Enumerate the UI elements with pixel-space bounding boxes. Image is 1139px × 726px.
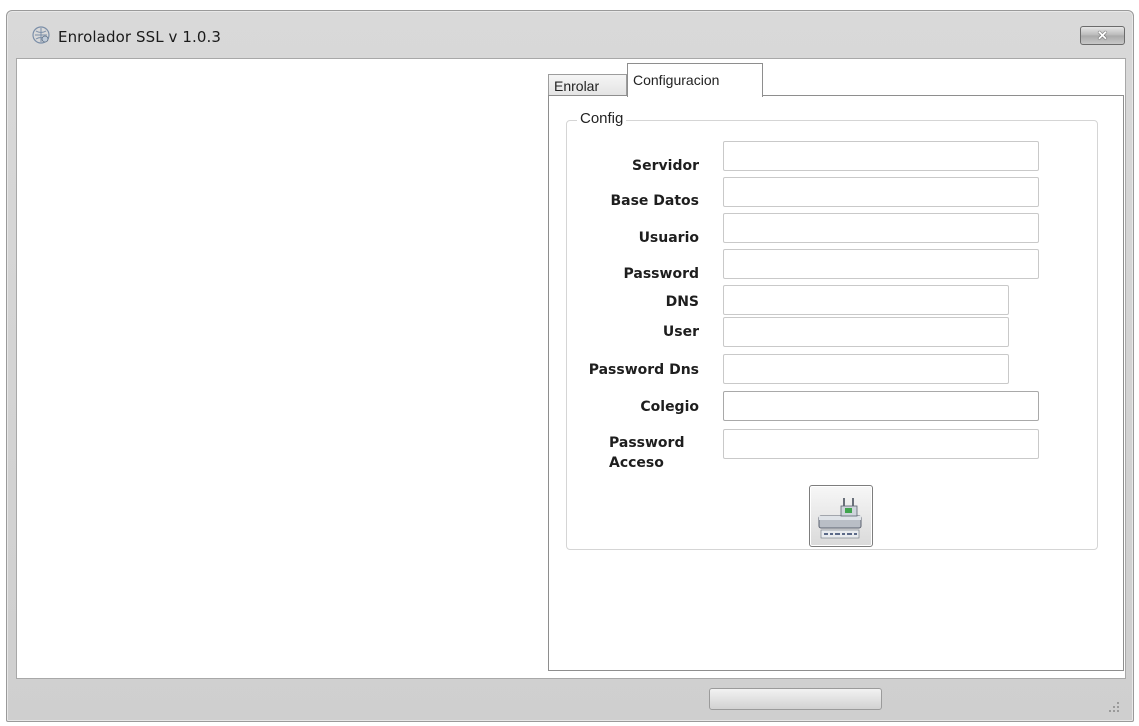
password-dns-input[interactable]: [723, 354, 1009, 384]
save-config-icon: [815, 490, 867, 547]
base-datos-input[interactable]: [723, 177, 1039, 207]
dns-input[interactable]: [723, 285, 1009, 315]
tab-enrolar-label: Enrolar: [554, 78, 600, 94]
status-bar: [16, 681, 1126, 718]
password-dns-label: Password Dns: [588, 362, 699, 378]
config-group-title: Config: [577, 110, 627, 127]
tab-configuracion[interactable]: Configuracion: [627, 63, 763, 97]
resize-grip-icon[interactable]: [1108, 700, 1120, 712]
tab-configuracion-label: Configuracion: [633, 72, 720, 88]
password-input[interactable]: [723, 249, 1039, 279]
network-app-icon: [31, 25, 51, 45]
password-acceso-label: Password Acceso: [609, 435, 685, 471]
usuario-input[interactable]: [723, 213, 1039, 243]
configuracion-panel: Config Servidor Base Datos Usuario Passw…: [548, 95, 1124, 671]
user-label: User: [662, 324, 699, 340]
user-input[interactable]: [723, 317, 1009, 347]
config-groupbox: Config Servidor Base Datos Usuario Passw…: [566, 110, 1098, 550]
usuario-label: Usuario: [638, 230, 699, 246]
app-window: Enrolador SSL v 1.0.3 ✕ Enrolar Configur…: [6, 10, 1134, 722]
title-bar[interactable]: Enrolador SSL v 1.0.3 ✕: [7, 11, 1133, 59]
save-config-button[interactable]: [809, 485, 873, 547]
colegio-label: Colegio: [640, 399, 699, 415]
servidor-label: Servidor: [632, 158, 699, 174]
dns-label: DNS: [665, 294, 699, 310]
close-button[interactable]: ✕: [1080, 26, 1125, 45]
window-title: Enrolador SSL v 1.0.3: [58, 28, 222, 46]
password-acceso-input[interactable]: [723, 429, 1039, 459]
progress-bar: [709, 688, 882, 710]
password-label: Password: [623, 266, 699, 282]
colegio-input[interactable]: [723, 391, 1039, 421]
base-datos-label: Base Datos: [610, 193, 699, 209]
tab-enrolar[interactable]: Enrolar: [548, 74, 627, 96]
servidor-input[interactable]: [723, 141, 1039, 171]
close-icon: ✕: [1097, 27, 1108, 43]
client-area: Enrolar Configuracion Config Servidor Ba…: [16, 58, 1126, 679]
